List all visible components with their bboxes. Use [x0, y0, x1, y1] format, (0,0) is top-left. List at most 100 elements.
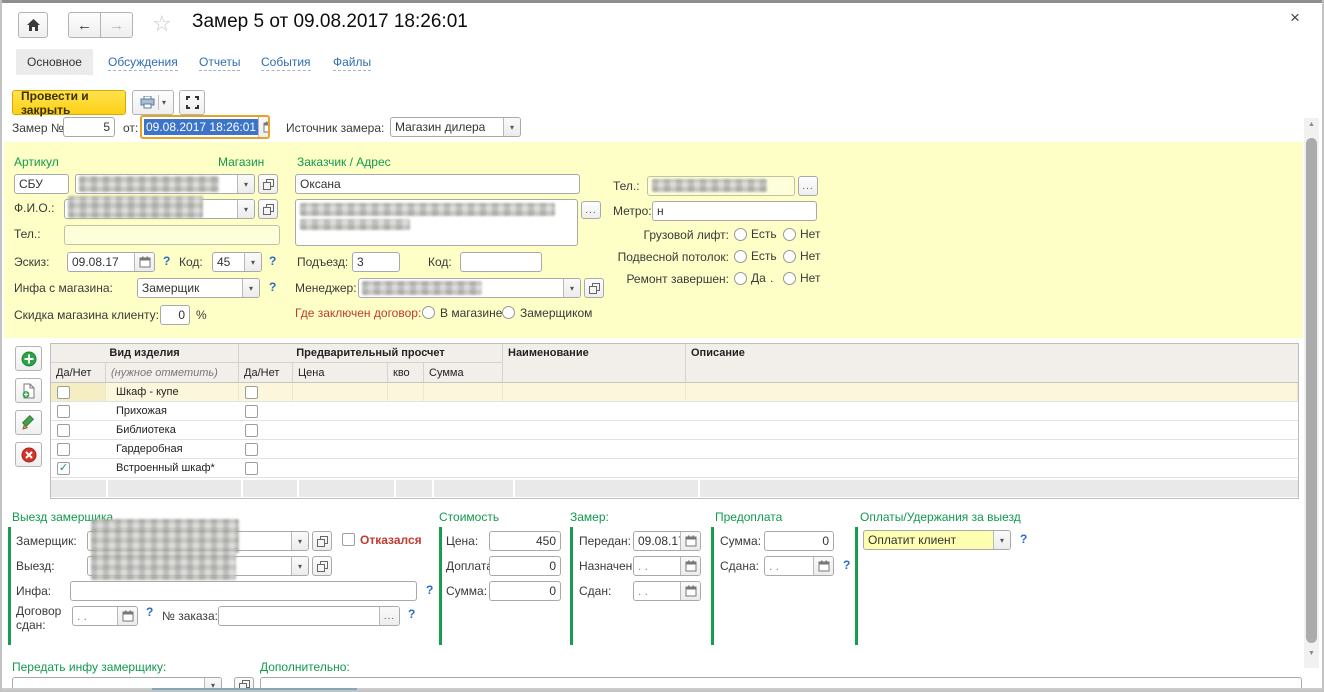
eskiz-date-input[interactable]: 09.08.17 — [67, 252, 155, 272]
open-fio-icon[interactable] — [258, 199, 278, 219]
shop-info-help-icon[interactable]: ? — [269, 280, 276, 294]
contract-date-input[interactable]: . . — [72, 606, 138, 626]
chevron-down-icon[interactable]: ▾ — [242, 279, 259, 297]
radio-lift-yes[interactable] — [734, 228, 747, 241]
table-row[interactable]: ✓Встроенный шкаф* — [51, 459, 1298, 478]
row-select-checkbox[interactable] — [51, 440, 106, 458]
calendar-icon[interactable] — [813, 557, 833, 575]
radio-contract-shop[interactable] — [422, 306, 435, 319]
open-shop-icon[interactable] — [258, 174, 278, 194]
radio-repair-no[interactable] — [783, 272, 796, 285]
edit-row-button[interactable] — [15, 410, 42, 435]
forward-button[interactable]: → — [100, 12, 133, 38]
address-ellipsis-button[interactable]: ... — [581, 201, 601, 219]
order-help-icon[interactable]: ? — [408, 607, 415, 621]
chevron-down-icon[interactable]: ▾ — [244, 253, 261, 271]
row-select-checkbox[interactable]: ✓ — [51, 459, 106, 477]
tab-files[interactable]: Файлы — [333, 55, 371, 71]
radio-lift-no[interactable] — [783, 228, 796, 241]
transferred-date-input[interactable]: 09.08.17 — [633, 531, 701, 551]
copy-row-button[interactable] — [15, 378, 42, 403]
payments-select[interactable]: Оплатит клиент ▾ — [863, 530, 1011, 550]
door-code-input[interactable] — [460, 252, 542, 272]
order-ellipsis-button[interactable]: ... — [379, 607, 399, 625]
table-row[interactable]: Прихожая — [51, 402, 1298, 421]
table-row[interactable]: Шкаф - купе — [51, 383, 1298, 402]
kod-select[interactable]: 45 ▾ — [212, 252, 262, 272]
chevron-down-icon[interactable]: ▾ — [993, 531, 1010, 549]
customer-input[interactable]: Оксана — [295, 174, 580, 194]
submitted-date-input[interactable]: . . — [633, 581, 701, 601]
chevron-down-icon[interactable]: ▾ — [503, 118, 520, 136]
surcharge-input[interactable]: 0 — [489, 556, 561, 576]
delete-row-button[interactable] — [15, 442, 42, 467]
row-select-checkbox[interactable] — [51, 383, 106, 401]
fullscreen-button[interactable] — [179, 90, 205, 115]
open-trip-icon[interactable] — [312, 556, 332, 576]
info-input[interactable] — [70, 581, 417, 601]
tab-reports[interactable]: Отчеты — [199, 55, 240, 71]
open-measurer-icon[interactable] — [312, 531, 332, 551]
table-row[interactable]: Гардеробная — [51, 440, 1298, 459]
radio-ceiling-no[interactable] — [783, 250, 796, 263]
info-help-icon[interactable]: ? — [426, 583, 433, 597]
chevron-down-icon[interactable]: ▾ — [291, 532, 308, 550]
tab-events[interactable]: События — [261, 55, 311, 71]
eskiz-help-icon[interactable]: ? — [163, 254, 170, 268]
row-precalc-checkbox[interactable] — [239, 383, 293, 401]
radio-ceiling-yes[interactable] — [734, 250, 747, 263]
radio-contract-measurer[interactable] — [502, 306, 515, 319]
chevron-down-icon[interactable]: ▾ — [237, 175, 254, 193]
shop-info-select[interactable]: Замерщик ▾ — [137, 278, 260, 298]
calendar-icon[interactable] — [680, 557, 700, 575]
home-button[interactable] — [18, 12, 48, 38]
print-button[interactable]: ▾ — [132, 90, 174, 115]
scroll-down-icon[interactable]: ▼ — [1304, 650, 1319, 657]
prepay-date-input[interactable]: . . — [764, 556, 834, 576]
payments-help-icon[interactable]: ? — [1020, 532, 1027, 546]
scheduled-date-input[interactable]: . . — [633, 556, 701, 576]
tab-main[interactable]: Основное — [16, 49, 93, 75]
add-row-button[interactable] — [15, 346, 42, 371]
back-button[interactable]: ← — [68, 12, 101, 38]
discount-input[interactable]: 0 — [160, 305, 190, 325]
contract-help-icon[interactable]: ? — [146, 605, 153, 619]
entrance-input[interactable]: 3 — [352, 252, 400, 272]
price-input[interactable]: 450 — [489, 531, 561, 551]
row-precalc-checkbox[interactable] — [239, 459, 293, 477]
prepay-sum-input[interactable]: 0 — [764, 531, 834, 551]
table-row[interactable]: Библиотека — [51, 421, 1298, 440]
doc-date-input[interactable]: 09.08.2017 18:26:01 — [140, 115, 270, 139]
kod-help-icon[interactable]: ? — [269, 254, 276, 268]
calendar-icon[interactable] — [134, 253, 154, 271]
scroll-up-icon[interactable]: ▲ — [1304, 121, 1319, 128]
tel2-ellipsis-button[interactable]: ... — [798, 176, 818, 196]
refused-checkbox[interactable] — [342, 533, 355, 546]
chevron-down-icon[interactable]: ▾ — [563, 279, 580, 297]
tab-discussions[interactable]: Обсуждения — [108, 55, 178, 71]
metro-input[interactable]: н — [652, 201, 817, 221]
calendar-icon[interactable] — [117, 607, 137, 625]
row-precalc-checkbox[interactable] — [239, 402, 293, 420]
close-icon[interactable]: × — [1290, 8, 1300, 28]
source-select[interactable]: Магазин дилера ▾ — [390, 117, 521, 137]
row-select-checkbox[interactable] — [51, 421, 106, 439]
radio-repair-yes[interactable] — [734, 272, 747, 285]
favorite-star-icon[interactable]: ☆ — [152, 11, 172, 37]
open-manager-icon[interactable] — [584, 278, 604, 298]
calendar-icon[interactable] — [680, 532, 700, 550]
row-select-checkbox[interactable] — [51, 402, 106, 420]
prepay-help-icon[interactable]: ? — [843, 558, 850, 572]
calendar-icon[interactable] — [680, 582, 700, 600]
row-precalc-checkbox[interactable] — [239, 421, 293, 439]
row-precalc-checkbox[interactable] — [239, 440, 293, 458]
calendar-icon[interactable] — [258, 117, 270, 137]
order-number-input[interactable]: ... — [218, 606, 400, 626]
cost-sum-input[interactable]: 0 — [489, 581, 561, 601]
doc-number-input[interactable]: 5 — [63, 117, 115, 137]
articul-prefix-input[interactable]: СБУ — [14, 174, 69, 194]
chevron-down-icon[interactable]: ▾ — [237, 200, 254, 218]
tel-input[interactable] — [64, 225, 280, 245]
chevron-down-icon[interactable]: ▾ — [291, 557, 308, 575]
scrollbar-thumb[interactable] — [1306, 138, 1317, 643]
